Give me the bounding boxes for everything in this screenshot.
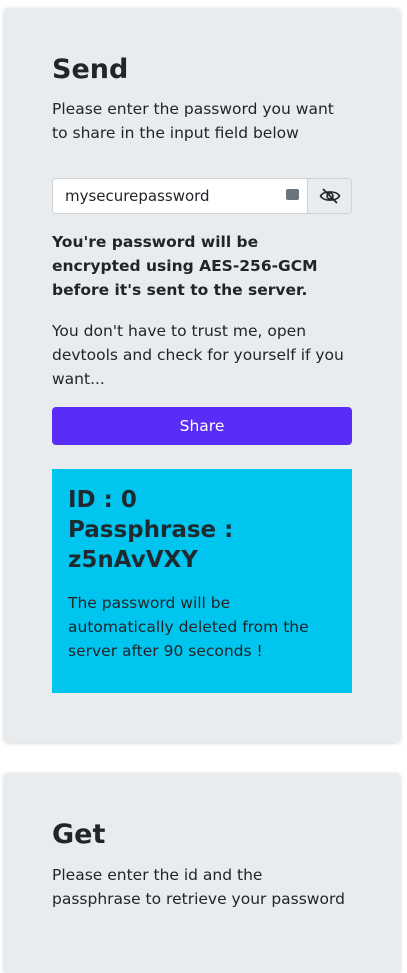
send-description: Please enter the password you want to sh…	[52, 100, 334, 142]
password-input-group	[52, 178, 352, 214]
result-id: ID : 0	[68, 487, 137, 513]
trust-note: You don't have to trust me, open devtool…	[52, 322, 344, 388]
share-button[interactable]: Share	[52, 407, 352, 445]
toggle-visibility-button[interactable]	[307, 178, 352, 214]
password-input[interactable]	[52, 178, 307, 214]
expiry-note: The password will be automatically delet…	[68, 594, 309, 660]
password-input-wrapper	[52, 178, 307, 214]
encryption-note: You're password will be encrypted using …	[52, 233, 318, 299]
get-title: Get	[52, 819, 106, 850]
get-description: Please enter the id and the passphrase t…	[52, 866, 345, 908]
password-manager-icon[interactable]	[286, 184, 299, 200]
result-panel: ID : 0 Passphrase : z5nAvVXY The passwor…	[52, 469, 352, 693]
eye-slash-icon	[319, 188, 340, 204]
send-title: Send	[52, 54, 129, 85]
get-card: Get Please enter the id and the passphra…	[4, 773, 400, 973]
send-card: Send Please enter the password you want …	[4, 8, 400, 742]
passphrase-value: z5nAvVXY	[68, 547, 198, 573]
passphrase-label: Passphrase :	[68, 517, 234, 543]
